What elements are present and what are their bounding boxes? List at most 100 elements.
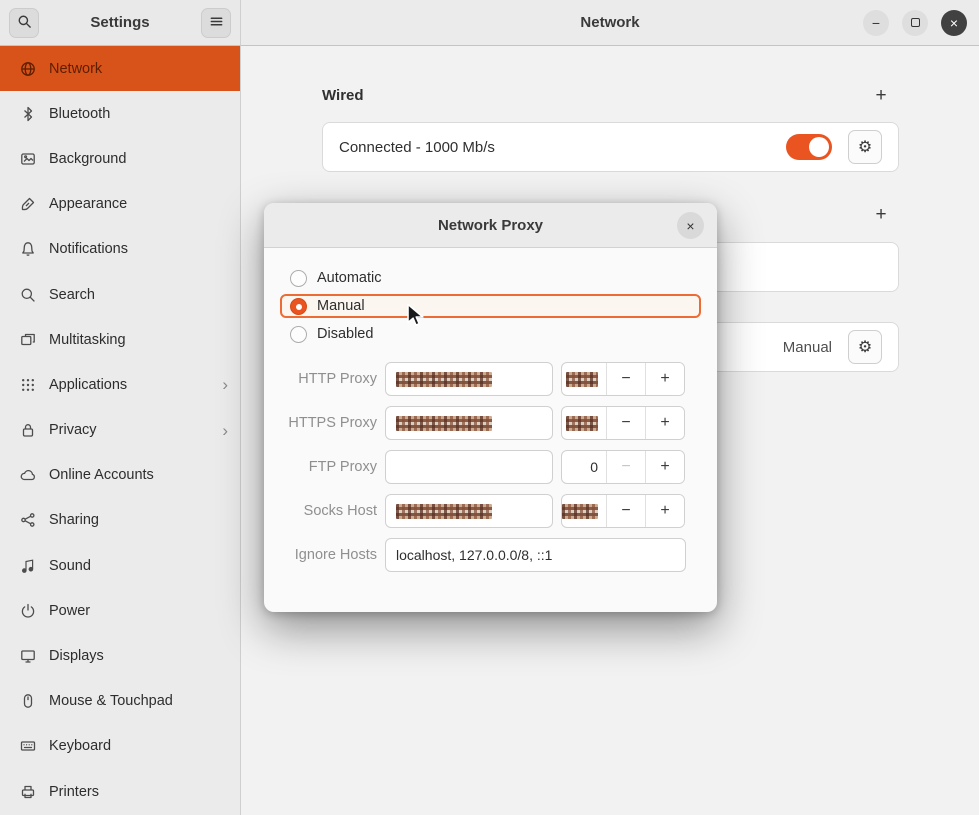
sidebar-item-label: Privacy	[49, 422, 97, 438]
plus-icon: +	[660, 370, 669, 388]
radio-label: Manual	[317, 298, 365, 314]
redacted-text	[396, 504, 492, 519]
hamburger-icon	[209, 14, 224, 32]
https-proxy-row: HTTPS Proxy − +	[280, 406, 701, 440]
proxy-settings-button[interactable]: ⚙	[848, 330, 882, 364]
socks-port-value[interactable]	[562, 495, 606, 527]
sidebar-item-label: Power	[49, 603, 90, 619]
minus-icon: −	[621, 458, 630, 476]
http-port-spinner: − +	[561, 362, 685, 396]
decrement-button[interactable]: −	[606, 495, 645, 527]
increment-button[interactable]: +	[645, 451, 684, 483]
https-proxy-input[interactable]	[385, 406, 553, 440]
ftp-proxy-input[interactable]	[385, 450, 553, 484]
sidebar-item-multitasking[interactable]: Multitasking	[0, 317, 240, 362]
plus-icon: +	[875, 204, 886, 226]
decrement-button[interactable]: −	[606, 363, 645, 395]
socks-port-spinner: − +	[561, 494, 685, 528]
ftp-port-value[interactable]: 0	[562, 451, 606, 483]
http-port-value[interactable]	[562, 363, 606, 395]
sidebar-item-label: Online Accounts	[49, 467, 154, 483]
sidebar-item-appearance[interactable]: Appearance	[0, 182, 240, 227]
sidebar-item-label: Bluetooth	[49, 106, 110, 122]
windows-icon	[20, 332, 36, 348]
close-icon: ×	[950, 15, 958, 31]
ignore-hosts-row: Ignore Hosts	[280, 538, 701, 572]
increment-button[interactable]: +	[645, 407, 684, 439]
sidebar-item-background[interactable]: Background	[0, 136, 240, 181]
http-proxy-input[interactable]	[385, 362, 553, 396]
redacted-text	[396, 416, 492, 431]
redacted-text	[562, 504, 598, 519]
sidebar-item-printers[interactable]: Printers	[0, 769, 240, 814]
cloud-icon	[20, 467, 36, 483]
plus-icon: +	[660, 458, 669, 476]
sidebar-item-label: Applications	[49, 377, 127, 393]
socks-host-input[interactable]	[385, 494, 553, 528]
sidebar-item-label: Notifications	[49, 241, 128, 257]
share-icon	[20, 512, 36, 528]
redacted-text	[396, 372, 492, 387]
add-wired-button[interactable]: +	[867, 82, 895, 110]
sidebar-item-sound[interactable]: Sound	[0, 543, 240, 588]
sidebar: Network Bluetooth Background Appearance …	[0, 46, 241, 815]
radio-label: Automatic	[317, 270, 381, 286]
chevron-right-icon: ›	[222, 422, 228, 439]
sidebar-item-power[interactable]: Power	[0, 588, 240, 633]
close-window-button[interactable]: ×	[941, 10, 967, 36]
connection-status: Connected - 1000 Mb/s	[339, 139, 495, 156]
monitor-icon	[20, 648, 36, 664]
ftp-port-spinner: 0 − +	[561, 450, 685, 484]
sidebar-item-notifications[interactable]: Notifications	[0, 227, 240, 272]
menu-button[interactable]	[201, 8, 231, 38]
sidebar-item-mouse-touchpad[interactable]: Mouse & Touchpad	[0, 679, 240, 724]
sidebar-item-sharing[interactable]: Sharing	[0, 498, 240, 543]
network-icon	[20, 61, 36, 77]
wired-connection-row[interactable]: Connected - 1000 Mb/s ⚙	[322, 122, 899, 172]
sidebar-item-bluetooth[interactable]: Bluetooth	[0, 91, 240, 136]
add-vpn-button[interactable]: +	[867, 201, 895, 229]
proxy-option-manual[interactable]: Manual	[280, 294, 701, 318]
power-icon	[20, 603, 36, 619]
dialog-close-button[interactable]: ×	[677, 212, 704, 239]
main-headerbar: Network − ×	[241, 0, 979, 46]
dialog-title: Network Proxy	[438, 217, 543, 234]
sidebar-item-privacy[interactable]: Privacy ›	[0, 408, 240, 453]
sidebar-item-online-accounts[interactable]: Online Accounts	[0, 453, 240, 498]
wired-toggle[interactable]	[786, 134, 832, 160]
redacted-text	[566, 372, 598, 387]
wired-settings-button[interactable]: ⚙	[848, 130, 882, 164]
https-port-value[interactable]	[562, 407, 606, 439]
field-label: Socks Host	[280, 503, 377, 519]
sidebar-item-network[interactable]: Network	[0, 46, 240, 91]
plus-icon: +	[660, 502, 669, 520]
http-proxy-row: HTTP Proxy − +	[280, 362, 701, 396]
sidebar-item-label: Network	[49, 61, 102, 77]
gear-icon: ⚙	[858, 137, 872, 157]
ignore-hosts-input[interactable]	[385, 538, 686, 572]
maximize-button[interactable]	[902, 10, 928, 36]
proxy-option-disabled[interactable]: Disabled	[280, 322, 701, 346]
sidebar-item-applications[interactable]: Applications ›	[0, 362, 240, 407]
increment-button[interactable]: +	[645, 363, 684, 395]
minus-icon: −	[621, 502, 630, 520]
sidebar-item-label: Sharing	[49, 512, 99, 528]
gear-icon: ⚙	[858, 337, 872, 357]
field-label: HTTPS Proxy	[280, 415, 377, 431]
increment-button[interactable]: +	[645, 495, 684, 527]
minimize-button[interactable]: −	[863, 10, 889, 36]
sidebar-item-search[interactable]: Search	[0, 272, 240, 317]
proxy-option-automatic[interactable]: Automatic	[280, 266, 701, 290]
close-icon: ×	[686, 218, 694, 234]
chevron-right-icon: ›	[222, 376, 228, 393]
sidebar-item-label: Background	[49, 151, 126, 167]
sidebar-item-label: Mouse & Touchpad	[49, 693, 173, 709]
decrement-button[interactable]: −	[606, 407, 645, 439]
decrement-button[interactable]: −	[606, 451, 645, 483]
sidebar-item-label: Multitasking	[49, 332, 126, 348]
https-port-spinner: − +	[561, 406, 685, 440]
search-button[interactable]	[9, 8, 39, 38]
titlebar: Settings Network − ×	[0, 0, 979, 46]
sidebar-item-displays[interactable]: Displays	[0, 633, 240, 678]
sidebar-item-keyboard[interactable]: Keyboard	[0, 724, 240, 769]
